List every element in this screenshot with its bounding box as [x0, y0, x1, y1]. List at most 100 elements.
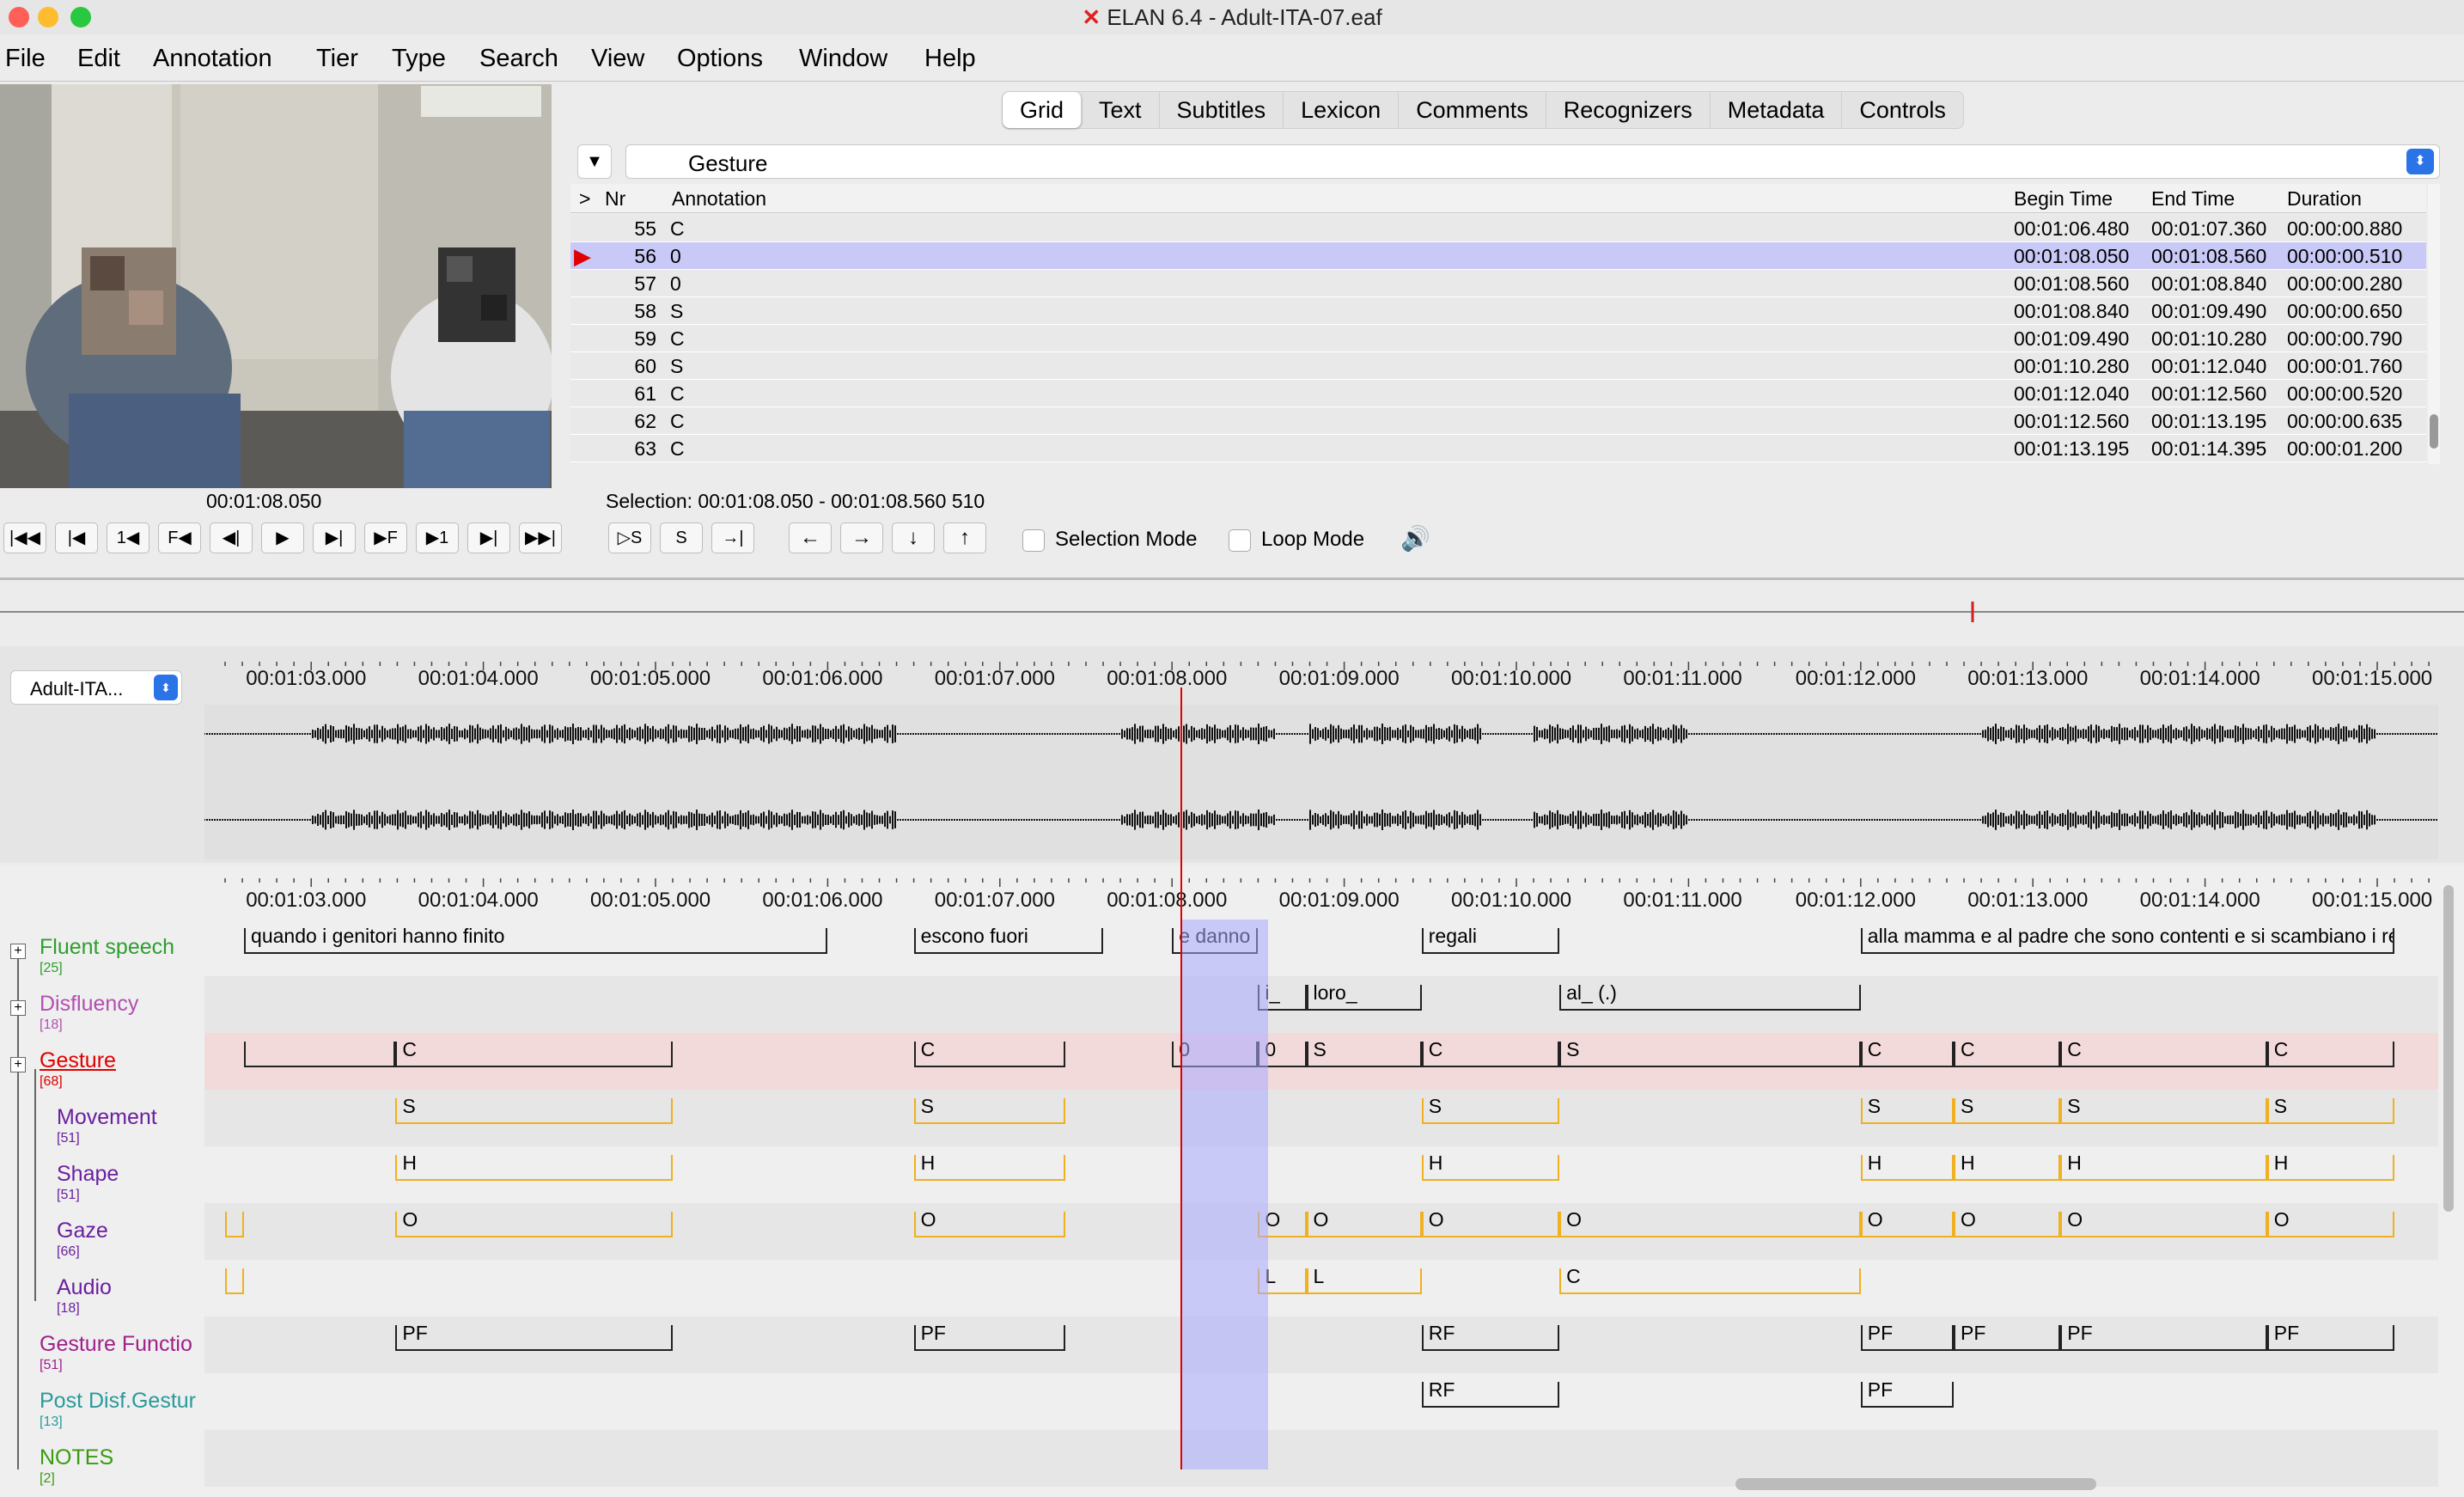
timeline-time-ruler[interactable]: 00:01:03.000 00:01:04.000 00:01:05.000 00:0…	[204, 878, 2438, 920]
tab-metadata[interactable]: Metadata	[1711, 92, 1843, 128]
crosshair[interactable]	[1180, 687, 1183, 1470]
annotation-text[interactable]: regali	[1429, 925, 1477, 948]
annotation-text[interactable]: O	[1961, 1208, 1976, 1231]
tab-text[interactable]: Text	[1082, 92, 1160, 128]
expand-collapse-icon[interactable]: +	[10, 944, 26, 959]
annotation-text[interactable]: C	[402, 1038, 417, 1061]
go-to-end-button[interactable]: ▶▶|	[519, 522, 562, 553]
annotation-text[interactable]: H	[1868, 1152, 1882, 1175]
annotation-box[interactable]	[395, 1325, 674, 1351]
table-row[interactable]: 59 C 00:01:09.490 00:01:10.280 00:00:00.790	[570, 325, 2426, 352]
next-annotation-button[interactable]: →	[840, 522, 883, 553]
next-frame-button[interactable]: ▶F	[364, 522, 407, 553]
annotation-box[interactable]	[913, 1042, 1065, 1067]
zoom-window-icon[interactable]	[70, 7, 91, 27]
table-row[interactable]: 62 C 00:01:12.560 00:01:13.195 00:00:00.635	[570, 407, 2426, 435]
waveform-time-ruler[interactable]: 00:01:03.000 00:01:04.000 00:01:05.000 00:0…	[204, 662, 2438, 700]
row-annotation[interactable]: C	[670, 407, 685, 435]
tier-label[interactable]: Fluent speech	[40, 935, 174, 960]
waveform-track-select[interactable]: Adult-ITA... ⬍	[10, 670, 182, 705]
annotation-box[interactable]	[2060, 1042, 2267, 1067]
menu-type[interactable]: Type	[392, 45, 446, 73]
previous-ms-button[interactable]: ◀|	[210, 522, 253, 553]
annotation-text[interactable]: S	[2274, 1095, 2287, 1118]
row-annotation[interactable]: C	[670, 435, 685, 462]
annotation-text[interactable]: O	[1429, 1208, 1444, 1231]
annotation-box[interactable]	[1559, 1268, 1861, 1294]
annotation-text[interactable]: loro_	[1314, 981, 1357, 1005]
menu-view[interactable]: View	[591, 45, 644, 73]
clear-selection-button[interactable]: S	[660, 522, 703, 553]
annotation-box[interactable]	[2060, 1098, 2267, 1124]
annotation-box[interactable]	[244, 1042, 396, 1067]
annotation-text[interactable]: H	[2067, 1152, 2082, 1175]
volume-icon[interactable]: 🔊	[1400, 524, 1430, 553]
to-selection-end-button[interactable]: →|	[711, 522, 754, 553]
annotation-text[interactable]: H	[921, 1152, 936, 1175]
menu-window[interactable]: Window	[799, 45, 887, 73]
tier-label[interactable]: Gesture	[40, 1048, 116, 1073]
menu-annotation[interactable]: Annotation	[153, 45, 272, 73]
row-annotation[interactable]: C	[670, 325, 685, 352]
tier-label[interactable]: Disfluency	[40, 992, 138, 1017]
annotation-text[interactable]: C	[1566, 1265, 1581, 1288]
tab-lexicon[interactable]: Lexicon	[1284, 92, 1400, 128]
menu-edit[interactable]: Edit	[77, 45, 120, 73]
annotation-text[interactable]: O	[2274, 1208, 2290, 1231]
next-scroll-view-button[interactable]: ▶|	[467, 522, 510, 553]
annotation-box[interactable]	[225, 1212, 245, 1237]
annotation-text[interactable]: C	[2274, 1038, 2289, 1061]
annotation-box[interactable]	[225, 1268, 245, 1294]
annotation-box[interactable]	[1559, 1212, 1861, 1237]
tier-label[interactable]: Gaze	[57, 1219, 108, 1243]
annotation-text[interactable]: S	[1566, 1038, 1579, 1061]
annotation-box[interactable]	[913, 1212, 1065, 1237]
annotation-text[interactable]: O	[402, 1208, 418, 1231]
play-selection-button[interactable]: ▷S	[608, 522, 651, 553]
minimize-window-icon[interactable]	[38, 7, 58, 27]
previous-scroll-view-button[interactable]: |◀	[55, 522, 98, 553]
annotation-box[interactable]	[1421, 1098, 1560, 1124]
timeline-vscrollbar[interactable]	[2443, 885, 2454, 1212]
menu-options[interactable]: Options	[677, 45, 763, 73]
annotation-text[interactable]: O	[2067, 1208, 2083, 1231]
annotation-text[interactable]: O	[921, 1208, 936, 1231]
table-row[interactable]: 58 S 00:01:08.840 00:01:09.490 00:00:00.650	[570, 297, 2426, 325]
annotation-text[interactable]: PF	[2067, 1322, 2092, 1345]
annotation-text[interactable]: S	[2067, 1095, 2080, 1118]
annotation-text[interactable]: S	[402, 1095, 415, 1118]
tab-grid[interactable]: Grid	[1003, 92, 1083, 128]
tier-select[interactable]: Gesture ⬍	[625, 144, 2440, 179]
table-row[interactable]: 57 0 00:01:08.560 00:01:08.840 00:00:00.280	[570, 270, 2426, 297]
expand-collapse-icon[interactable]: +	[10, 1057, 26, 1072]
annotation-box[interactable]	[395, 1212, 674, 1237]
grid-col-duration[interactable]: Duration	[2287, 187, 2362, 211]
annotation-text[interactable]: RF	[1429, 1322, 1455, 1345]
annotation-text[interactable]: C	[2067, 1038, 2082, 1061]
annotation-text[interactable]: PF	[1868, 1322, 1893, 1345]
tier-label[interactable]: NOTES	[40, 1445, 113, 1470]
overview-ruler[interactable]	[0, 602, 2464, 622]
loop-mode-checkbox[interactable]	[1229, 529, 1251, 552]
table-row[interactable]: ▶ 56 0 00:01:08.050 00:01:08.560 00:00:00.510	[570, 242, 2426, 270]
tab-controls[interactable]: Controls	[1842, 92, 1963, 128]
annotation-below-button[interactable]: ↓	[892, 522, 935, 553]
grid-col-begin-time[interactable]: Begin Time	[2014, 187, 2113, 211]
row-annotation[interactable]: C	[670, 215, 685, 242]
panel-splitter[interactable]	[0, 577, 2464, 580]
annotation-text[interactable]: escono fuori	[921, 925, 1028, 948]
table-row[interactable]: 55 C 00:01:06.480 00:01:07.360 00:00:00.880	[570, 215, 2426, 242]
annotation-above-button[interactable]: ↑	[943, 522, 986, 553]
annotation-box[interactable]	[395, 1042, 674, 1067]
previous-pixel-button[interactable]: 1◀	[107, 522, 149, 553]
annotation-box[interactable]	[395, 1098, 674, 1124]
close-window-icon[interactable]	[9, 7, 29, 27]
annotation-text[interactable]: H	[2274, 1152, 2289, 1175]
annotation-text[interactable]: H	[402, 1152, 417, 1175]
annotation-text[interactable]: alla mamma e al padre che sono contenti …	[1868, 925, 2393, 948]
row-annotation[interactable]: 0	[670, 242, 681, 270]
grid-scrollbar[interactable]	[2428, 184, 2440, 464]
annotation-text[interactable]: PF	[402, 1322, 427, 1345]
tier-row[interactable]	[204, 1373, 2438, 1430]
annotation-text[interactable]: RF	[1429, 1378, 1455, 1402]
